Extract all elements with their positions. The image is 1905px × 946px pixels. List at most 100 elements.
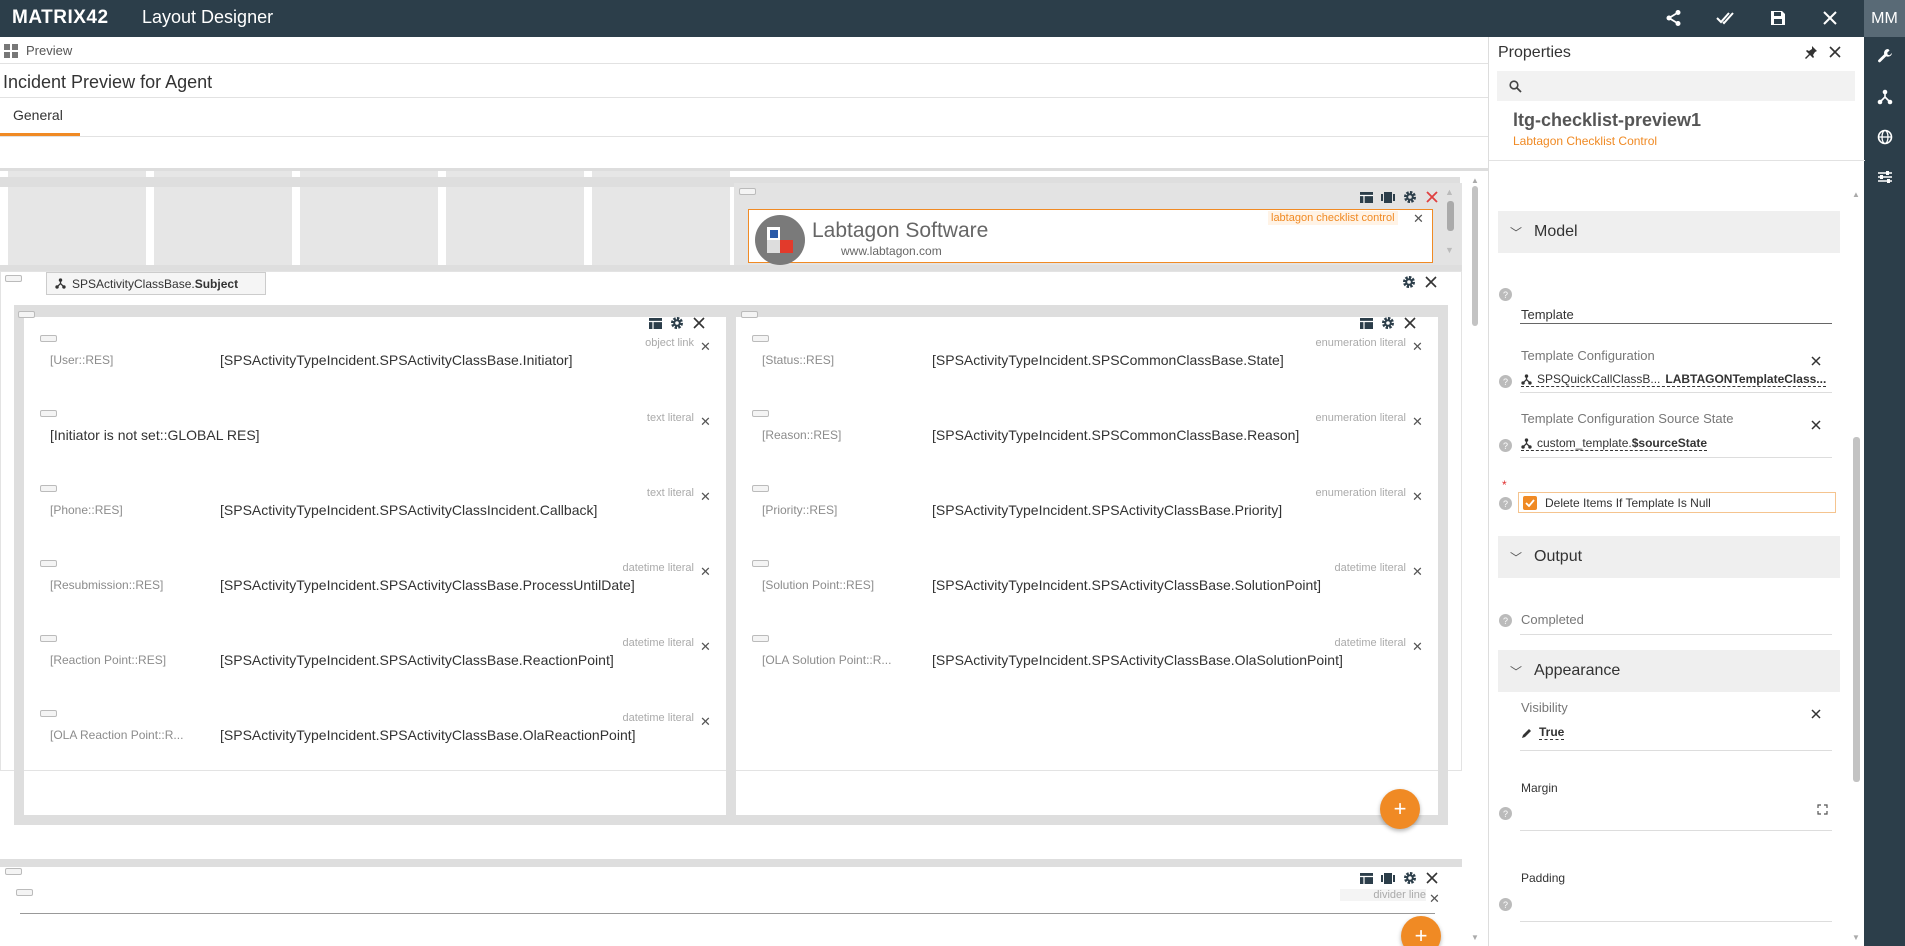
share-button[interactable] <box>1659 4 1689 32</box>
field-value[interactable]: [SPSActivityTypeIncident.SPSActivityClas… <box>220 577 635 593</box>
scroll-down-icon[interactable]: ▼ <box>1471 933 1479 942</box>
pin-button[interactable] <box>1804 45 1818 64</box>
remove-tag-button[interactable]: ✕ <box>700 489 711 505</box>
scroll-up-icon[interactable]: ▲ <box>1471 176 1479 185</box>
layout-button[interactable] <box>646 314 664 332</box>
field-value[interactable]: [SPSActivityTypeIncident.SPSActivityClas… <box>220 352 572 368</box>
add-control-button[interactable]: + <box>1401 916 1441 946</box>
field-value[interactable]: [SPSActivityTypeIncident.SPSActivityClas… <box>220 652 614 668</box>
delete-column-button[interactable] <box>1401 314 1419 332</box>
binding-chip[interactable]: SPSActivityClassBase. Subject <box>46 272 266 295</box>
rail-hierarchy-button[interactable] <box>1864 78 1905 116</box>
drag-handle[interactable] <box>18 311 35 318</box>
delete-row-button[interactable] <box>1423 869 1441 887</box>
layout-button[interactable] <box>1357 869 1375 887</box>
remove-tag-button[interactable]: ✕ <box>1412 489 1423 505</box>
help-icon[interactable]: ? <box>1499 288 1512 301</box>
drag-handle[interactable] <box>40 335 57 342</box>
rail-globe-button[interactable] <box>1864 118 1905 156</box>
settings-button[interactable] <box>1401 869 1419 887</box>
inner-scrollbar[interactable] <box>1447 201 1454 231</box>
drag-handle[interactable] <box>40 410 57 417</box>
drag-handle[interactable] <box>739 188 756 195</box>
drag-handle[interactable] <box>5 868 22 875</box>
drag-handle[interactable] <box>741 311 758 318</box>
add-control-button[interactable]: + <box>1380 789 1420 829</box>
remove-tag-button[interactable]: ✕ <box>1413 211 1424 227</box>
scroll-up-icon[interactable]: ▲ <box>1445 187 1454 197</box>
field-value[interactable]: [SPSActivityTypeIncident.SPSActivityClas… <box>932 577 1321 593</box>
settings-button[interactable] <box>1379 314 1397 332</box>
canvas-scrollbar-thumb[interactable] <box>1472 186 1478 326</box>
remove-tag-button[interactable]: ✕ <box>700 414 711 430</box>
drag-handle[interactable] <box>752 410 769 417</box>
padding-input[interactable] <box>1520 921 1832 922</box>
settings-button[interactable] <box>1401 188 1419 206</box>
drag-handle[interactable] <box>16 889 33 896</box>
help-icon[interactable]: ? <box>1499 375 1512 388</box>
drag-handle[interactable] <box>752 485 769 492</box>
delete-items-checkbox[interactable] <box>1523 495 1537 510</box>
delete-control-button[interactable] <box>1423 188 1441 206</box>
tab-general[interactable]: General <box>0 100 80 136</box>
expand-margin-button[interactable] <box>1817 802 1828 820</box>
drag-handle[interactable] <box>752 560 769 567</box>
template-config-value[interactable]: SPSQuickCallClassB... LABTAGONTemplateCla… <box>1521 372 1827 387</box>
field-value[interactable]: [Initiator is not set::GLOBAL RES] <box>50 427 260 443</box>
drag-handle[interactable] <box>40 485 57 492</box>
delete-items-checkbox-row[interactable]: Delete Items If Template Is Null <box>1518 492 1836 513</box>
margin-input[interactable] <box>1520 830 1832 831</box>
drag-handle[interactable] <box>752 635 769 642</box>
drag-handle[interactable] <box>752 335 769 342</box>
field-value[interactable]: [SPSActivityTypeIncident.SPSActivityClas… <box>220 502 597 518</box>
help-icon[interactable]: ? <box>1499 898 1512 911</box>
settings-button[interactable] <box>668 314 686 332</box>
breadcrumb[interactable]: Preview <box>4 43 72 58</box>
remove-tag-button[interactable]: ✕ <box>1412 639 1423 655</box>
field-value[interactable]: [SPSActivityTypeIncident.SPSActivityClas… <box>932 502 1282 518</box>
field-value[interactable]: [SPSActivityTypeIncident.SPSActivityClas… <box>220 727 636 743</box>
section-appearance[interactable]: ﹀ Appearance <box>1498 650 1840 692</box>
close-properties-button[interactable] <box>1829 45 1841 63</box>
delete-column-button[interactable] <box>690 314 708 332</box>
settings-button[interactable] <box>1400 273 1418 291</box>
help-icon[interactable]: ? <box>1499 614 1512 627</box>
remove-tag-button[interactable]: ✕ <box>700 339 711 355</box>
clear-visibility-button[interactable] <box>1811 706 1821 724</box>
drag-handle[interactable] <box>40 710 57 717</box>
drag-handle[interactable] <box>5 275 22 282</box>
field-value[interactable]: [SPSActivityTypeIncident.SPSCommonClassB… <box>932 427 1299 443</box>
help-icon[interactable]: ? <box>1499 497 1512 510</box>
field-value[interactable]: [SPSActivityTypeIncident.SPSCommonClassB… <box>932 352 1284 368</box>
save-button[interactable] <box>1763 4 1793 32</box>
help-icon[interactable]: ? <box>1499 439 1512 452</box>
rail-settings-button[interactable] <box>1864 158 1905 196</box>
carousel-button[interactable] <box>1379 188 1397 206</box>
divider-line[interactable] <box>20 913 1435 914</box>
drag-handle[interactable] <box>40 635 57 642</box>
template-field[interactable]: Template <box>1521 307 1574 322</box>
visibility-value[interactable]: True <box>1521 725 1565 740</box>
properties-scrollbar-thumb[interactable] <box>1853 437 1860 782</box>
carousel-button[interactable] <box>1379 869 1397 887</box>
remove-tag-button[interactable]: ✕ <box>700 639 711 655</box>
section-model[interactable]: ﹀ Model <box>1498 211 1840 253</box>
delete-container-button[interactable] <box>1422 273 1440 291</box>
help-icon[interactable]: ? <box>1499 807 1512 820</box>
field-value[interactable]: [SPSActivityTypeIncident.SPSActivityClas… <box>932 652 1343 668</box>
scroll-down-icon[interactable]: ▼ <box>1445 245 1454 255</box>
clear-template-config-button[interactable] <box>1811 353 1821 371</box>
clear-source-state-button[interactable] <box>1811 417 1821 435</box>
section-output[interactable]: ﹀ Output <box>1498 536 1840 578</box>
drag-handle[interactable] <box>40 560 57 567</box>
validate-button[interactable] <box>1711 4 1741 32</box>
remove-tag-button[interactable]: ✕ <box>700 714 711 730</box>
layout-button[interactable] <box>1357 188 1375 206</box>
properties-search-input[interactable] <box>1497 71 1855 101</box>
rail-tools-button[interactable] <box>1864 37 1905 75</box>
scroll-up-icon[interactable]: ▲ <box>1852 190 1860 199</box>
layout-button[interactable] <box>1357 314 1375 332</box>
avatar[interactable]: MM <box>1864 0 1905 37</box>
remove-tag-button[interactable]: ✕ <box>1412 564 1423 580</box>
remove-tag-button[interactable]: ✕ <box>700 564 711 580</box>
